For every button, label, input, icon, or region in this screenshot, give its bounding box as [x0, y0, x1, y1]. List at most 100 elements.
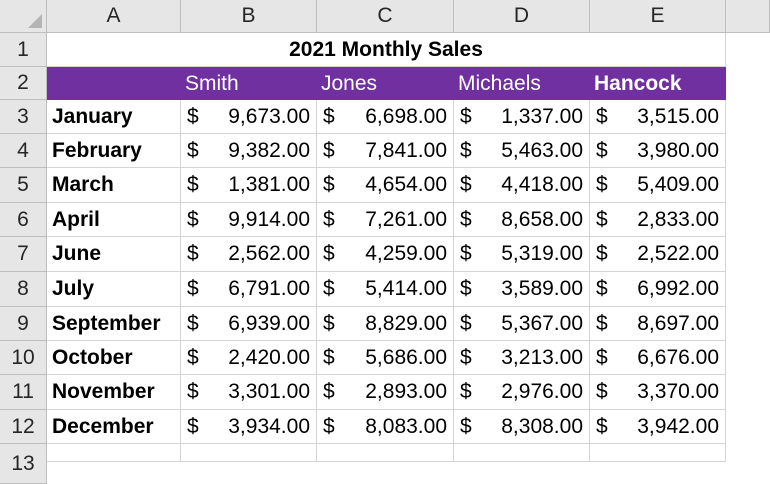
amount-value: 7,261.00	[365, 207, 447, 231]
sales-value-cell[interactable]: $1,381.00	[181, 168, 317, 203]
month-cell[interactable]: June	[47, 237, 181, 272]
sales-value-cell[interactable]: $3,942.00	[590, 410, 726, 444]
sales-value-cell[interactable]: $2,976.00	[454, 375, 590, 410]
sales-value-cell[interactable]: $3,213.00	[454, 341, 590, 375]
amount-value: 2,420.00	[228, 345, 310, 369]
sales-value-cell[interactable]: $6,939.00	[181, 307, 317, 341]
month-cell[interactable]: September	[47, 307, 181, 341]
empty-cell[interactable]	[47, 444, 181, 462]
month-cell[interactable]: February	[47, 134, 181, 168]
column-header-b[interactable]: B	[181, 0, 317, 33]
amount-value: 3,301.00	[228, 380, 310, 403]
sales-value-cell[interactable]: $1,337.00	[454, 100, 590, 134]
sales-value-cell[interactable]: $8,658.00	[454, 203, 590, 237]
sales-value-cell[interactable]: $3,370.00	[590, 375, 726, 410]
column-header-e[interactable]: E	[590, 0, 726, 33]
sales-value-cell[interactable]: $8,308.00	[454, 410, 590, 444]
currency-symbol: $	[187, 414, 199, 438]
sheet-title-cell[interactable]: 2021 Monthly Sales	[47, 33, 726, 67]
row-header-8[interactable]: 8	[0, 272, 47, 307]
amount-value: 6,676.00	[637, 345, 719, 369]
row-header-11[interactable]: 11	[0, 375, 47, 410]
amount-value: 8,697.00	[637, 311, 719, 335]
sales-value-cell[interactable]: $6,676.00	[590, 341, 726, 375]
row-header-6[interactable]: 6	[0, 203, 47, 237]
sales-value-cell[interactable]: $5,367.00	[454, 307, 590, 341]
sales-value-cell[interactable]: $3,980.00	[590, 134, 726, 168]
row-header-12[interactable]: 12	[0, 410, 47, 444]
sales-value-cell[interactable]: $7,261.00	[317, 203, 454, 237]
month-cell[interactable]: March	[47, 168, 181, 203]
sales-value-cell[interactable]: $5,414.00	[317, 272, 454, 307]
amount-value: 4,259.00	[365, 242, 447, 265]
column-header-c[interactable]: C	[317, 0, 454, 33]
column-header-a[interactable]: A	[47, 0, 181, 33]
currency-symbol: $	[323, 242, 335, 265]
header-cell-jones[interactable]: Jones	[317, 67, 454, 100]
sales-value-cell[interactable]: $3,934.00	[181, 410, 317, 444]
header-cell-hancock[interactable]: Hancock	[590, 67, 726, 100]
sales-value-cell[interactable]: $3,301.00	[181, 375, 317, 410]
sales-value-cell[interactable]: $6,992.00	[590, 272, 726, 307]
sales-value-cell[interactable]: $6,791.00	[181, 272, 317, 307]
empty-cell[interactable]	[181, 444, 317, 462]
row-header-1[interactable]: 1	[0, 33, 47, 67]
month-cell[interactable]: October	[47, 341, 181, 375]
sales-value-cell[interactable]: $7,841.00	[317, 134, 454, 168]
amount-value: 3,980.00	[637, 138, 719, 162]
currency-symbol: $	[323, 104, 335, 128]
header-cell-smith[interactable]: Smith	[181, 67, 317, 100]
row-header-5[interactable]: 5	[0, 168, 47, 203]
sales-value-cell[interactable]: $2,893.00	[317, 375, 454, 410]
month-cell[interactable]: April	[47, 203, 181, 237]
currency-symbol: $	[323, 173, 335, 196]
sales-value-cell[interactable]: $4,259.00	[317, 237, 454, 272]
row-header-4[interactable]: 4	[0, 134, 47, 168]
amount-value: 9,914.00	[228, 207, 310, 231]
sales-value-cell[interactable]: $4,418.00	[454, 168, 590, 203]
sales-value-cell[interactable]: $6,698.00	[317, 100, 454, 134]
sales-value-cell[interactable]: $8,083.00	[317, 410, 454, 444]
row-header-7[interactable]: 7	[0, 237, 47, 272]
sales-value-cell[interactable]: $5,686.00	[317, 341, 454, 375]
empty-cell[interactable]	[590, 444, 726, 462]
month-cell[interactable]: January	[47, 100, 181, 134]
row-header-13[interactable]: 13	[0, 444, 47, 484]
sales-value-cell[interactable]: $2,522.00	[590, 237, 726, 272]
row-header-10[interactable]: 10	[0, 341, 47, 375]
sales-value-cell[interactable]: $9,382.00	[181, 134, 317, 168]
sales-value-cell[interactable]: $9,914.00	[181, 203, 317, 237]
empty-cell[interactable]	[317, 444, 454, 462]
sales-value-cell[interactable]: $9,673.00	[181, 100, 317, 134]
sales-value-cell[interactable]: $4,654.00	[317, 168, 454, 203]
sales-value-cell[interactable]: $5,319.00	[454, 237, 590, 272]
column-header-overflow[interactable]	[726, 0, 770, 33]
month-cell[interactable]: December	[47, 410, 181, 444]
row-header-2[interactable]: 2	[0, 67, 47, 100]
amount-value: 6,791.00	[228, 277, 310, 300]
row-header-3[interactable]: 3	[0, 100, 47, 134]
currency-symbol: $	[460, 173, 472, 196]
amount-value: 1,337.00	[501, 104, 583, 128]
month-cell[interactable]: July	[47, 272, 181, 307]
sales-value-cell[interactable]: $2,562.00	[181, 237, 317, 272]
header-cell-michaels[interactable]: Michaels	[454, 67, 590, 100]
empty-cell[interactable]	[454, 444, 590, 462]
month-cell[interactable]: November	[47, 375, 181, 410]
sales-value-cell[interactable]: $5,409.00	[590, 168, 726, 203]
select-all-corner[interactable]	[0, 0, 47, 33]
row-header-9[interactable]: 9	[0, 307, 47, 341]
sales-value-cell[interactable]: $8,829.00	[317, 307, 454, 341]
amount-value: 2,522.00	[637, 242, 719, 265]
amount-value: 1,381.00	[228, 173, 310, 196]
sales-value-cell[interactable]: $3,515.00	[590, 100, 726, 134]
sales-value-cell[interactable]: $2,833.00	[590, 203, 726, 237]
currency-symbol: $	[460, 380, 472, 403]
sales-value-cell[interactable]: $2,420.00	[181, 341, 317, 375]
amount-value: 2,562.00	[228, 242, 310, 265]
sales-value-cell[interactable]: $5,463.00	[454, 134, 590, 168]
column-header-d[interactable]: D	[454, 0, 590, 33]
sales-value-cell[interactable]: $8,697.00	[590, 307, 726, 341]
sales-value-cell[interactable]: $3,589.00	[454, 272, 590, 307]
currency-symbol: $	[460, 104, 472, 128]
